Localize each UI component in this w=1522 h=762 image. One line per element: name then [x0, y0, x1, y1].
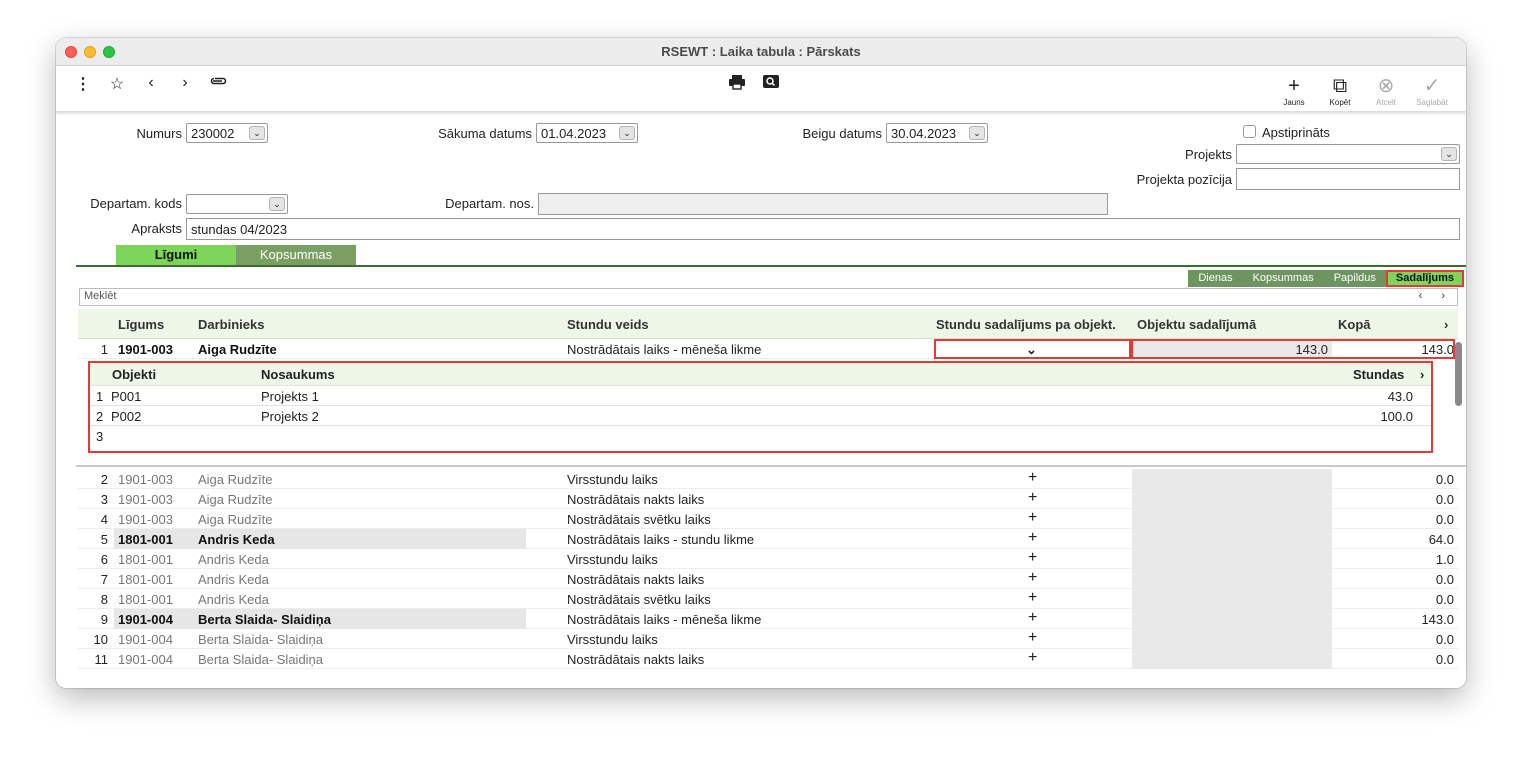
add-split-icon[interactable]: +: [1028, 649, 1037, 667]
sub-tabs: Dienas Kopsummas Papildus Sadalījums: [1188, 270, 1464, 287]
add-split-icon[interactable]: +: [1028, 589, 1037, 607]
table-row[interactable]: 9 1901-004 Berta Slaida- Slaidiņa Nostrādāt…: [78, 609, 1458, 629]
table-row[interactable]: 11 1901-004 Berta Slaida- Slaidiņa Nostrādā…: [78, 649, 1458, 669]
col-header-nosaukums[interactable]: Nosaukums: [261, 367, 335, 382]
numurs-select[interactable]: 230002 ⌄: [186, 123, 268, 143]
col-header-kopa[interactable]: Kopā: [1338, 317, 1371, 332]
table-row[interactable]: 10 1901-004 Berta Slaida- Slaidiņa Virsstun…: [78, 629, 1458, 649]
plus-icon: +: [1288, 75, 1300, 97]
paperclip-icon[interactable]: [208, 74, 230, 92]
nested-row[interactable]: 1 P001 Projekts 1 43.0: [90, 385, 1431, 405]
col-header-darbinieks[interactable]: Darbinieks: [198, 317, 264, 332]
numurs-label: Numurs: [136, 126, 182, 141]
add-split-icon[interactable]: +: [1028, 629, 1037, 647]
department-code-label: Departam. kods: [90, 196, 182, 211]
search-preview-icon[interactable]: [760, 74, 782, 95]
copy-button[interactable]: ⧉ Kopēt: [1318, 76, 1362, 107]
contracts-grid: Līgums Darbinieks Stundu veids Stundu sa…: [78, 309, 1458, 359]
col-header-objektu[interactable]: Objektu sadalījumā: [1137, 317, 1256, 332]
grid-divider: [76, 465, 1466, 467]
nested-objects-table: Objekti Nosaukums Stundas › 1 P001 Proje…: [88, 361, 1433, 453]
nested-header: Objekti Nosaukums Stundas ›: [90, 363, 1431, 385]
scroll-right-icon[interactable]: ›: [1420, 367, 1424, 382]
dropdown-highlight: [934, 339, 1131, 359]
table-row[interactable]: 7 1801-001 Andris Keda Nostrādātais nakts l…: [78, 569, 1458, 589]
table-row[interactable]: 6 1801-001 Andris Keda Virsstundu laiks +1.0: [78, 549, 1458, 569]
subtab-dienas[interactable]: Dienas: [1188, 270, 1243, 287]
vertical-scrollbar[interactable]: [1455, 342, 1462, 406]
grid-header: Līgums Darbinieks Stundu veids Stundu sa…: [78, 309, 1458, 339]
table-row[interactable]: 4 1901-003 Aiga Rudzīte Nostrādātais svētku…: [78, 509, 1458, 529]
add-split-icon[interactable]: +: [1028, 569, 1037, 587]
start-date-select[interactable]: 01.04.2023 ⌄: [536, 123, 638, 143]
col-header-sadalijums[interactable]: Stundu sadalījums pa objekt.: [936, 317, 1116, 332]
chevron-left-icon[interactable]: ‹: [140, 74, 162, 92]
subtab-kopsummas[interactable]: Kopsummas: [1242, 270, 1324, 287]
print-icon[interactable]: [726, 74, 748, 95]
department-name-label: Departam. nos.: [445, 196, 534, 211]
tab-ligumi[interactable]: Līgumi: [116, 245, 236, 265]
end-date-select[interactable]: 30.04.2023 ⌄: [886, 123, 988, 143]
table-row[interactable]: 3 1901-003 Aiga Rudzīte Nostrādātais nakts …: [78, 489, 1458, 509]
project-position-input[interactable]: [1236, 168, 1460, 190]
tab-kopsummas[interactable]: Kopsummas: [236, 245, 356, 265]
add-split-icon[interactable]: +: [1028, 609, 1037, 627]
scroll-right-icon[interactable]: ›: [1444, 317, 1448, 332]
col-header-stundas[interactable]: Stundas: [1353, 367, 1404, 382]
col-header-ligums[interactable]: Līgums: [118, 317, 164, 332]
cancel-icon: ⊗: [1377, 75, 1395, 97]
chevron-down-icon: ⌄: [269, 197, 285, 211]
window-title: RSEWT : Laika tabula : Pārskats: [661, 44, 861, 59]
search-input[interactable]: Meklēt ‹ ›: [79, 288, 1458, 306]
col-header-stundu-veids[interactable]: Stundu veids: [567, 317, 649, 332]
approved-label: Apstiprināts: [1262, 125, 1330, 140]
start-date-label: Sākuma datums: [438, 126, 532, 141]
chevron-down-icon: ⌄: [1441, 147, 1457, 161]
department-name-input[interactable]: [538, 193, 1108, 215]
chevron-down-icon: ⌄: [969, 126, 985, 140]
app-window: RSEWT : Laika tabula : Pārskats ⋮ ☆ ‹ › …: [56, 38, 1466, 688]
add-split-icon[interactable]: +: [1028, 549, 1037, 567]
checkmark-icon: ✓: [1423, 75, 1441, 97]
project-select[interactable]: ⌄: [1236, 144, 1460, 164]
project-label: Projekts: [1185, 147, 1232, 162]
col-header-objekti[interactable]: Objekti: [112, 367, 156, 382]
description-input[interactable]: stundas 04/2023: [186, 218, 1460, 240]
subtab-papildus[interactable]: Papildus: [1323, 270, 1386, 287]
table-row[interactable]: 5 1801-001 Andris Keda Nostrādātais laiks -…: [78, 529, 1458, 549]
description-label: Apraksts: [131, 221, 182, 236]
copy-icon: ⧉: [1332, 75, 1348, 97]
approved-checkbox[interactable]: [1243, 125, 1256, 138]
chevron-down-icon: ⌄: [619, 126, 635, 140]
table-row[interactable]: 8 1801-001 Andris Keda Nostrādātais svētku …: [78, 589, 1458, 609]
cancel-button[interactable]: ⊗ Atcelt: [1364, 76, 1408, 107]
subtab-sadalijums[interactable]: Sadalījums: [1385, 270, 1464, 287]
save-button[interactable]: ✓ Saglabāt: [1410, 76, 1454, 107]
toolbar: ⋮ ☆ ‹ › + Jauns ⧉ Kopēt ⊗ Atcelt ✓ Sagla…: [56, 66, 1466, 112]
totals-highlight: [1131, 339, 1455, 359]
add-split-icon[interactable]: +: [1028, 489, 1037, 507]
add-split-icon[interactable]: +: [1028, 509, 1037, 527]
new-button[interactable]: + Jauns: [1272, 76, 1316, 107]
nested-row[interactable]: 3: [90, 425, 1431, 445]
chevron-down-icon: ⌄: [249, 126, 265, 140]
department-code-select[interactable]: ⌄: [186, 194, 288, 214]
more-vertical-icon[interactable]: ⋮: [72, 74, 94, 94]
add-split-icon[interactable]: +: [1028, 469, 1037, 487]
end-date-label: Beigu datums: [802, 126, 883, 141]
chevron-right-icon[interactable]: ›: [174, 74, 196, 92]
add-split-icon[interactable]: +: [1028, 529, 1037, 547]
star-icon[interactable]: ☆: [106, 74, 128, 94]
table-row[interactable]: 2 1901-003 Aiga Rudzīte Virsstundu laiks +0.…: [78, 469, 1458, 489]
project-position-label: Projekta pozīcija: [1136, 172, 1232, 187]
nested-row[interactable]: 2 P002 Projekts 2 100.0: [90, 405, 1431, 425]
tab-divider: [76, 265, 1466, 267]
pager-arrows[interactable]: ‹ ›: [1419, 290, 1453, 302]
title-bar: RSEWT : Laika tabula : Pārskats: [56, 38, 1466, 66]
